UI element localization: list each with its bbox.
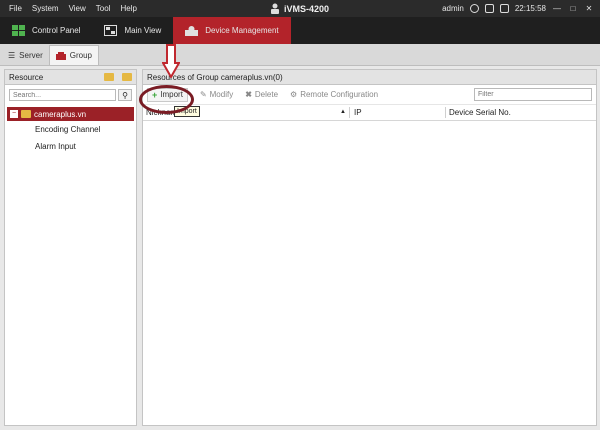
table-header: Nickname ▲ IP Device Serial No. bbox=[143, 105, 596, 121]
delete-button[interactable]: ✖ Delete bbox=[245, 90, 278, 99]
menu-system[interactable]: System bbox=[27, 4, 64, 13]
tree-item-encoding-channel[interactable]: Encoding Channel bbox=[5, 121, 136, 138]
add-group-icon[interactable] bbox=[104, 73, 114, 81]
modify-label: Modify bbox=[209, 90, 234, 99]
gear-icon: ⚙ bbox=[290, 90, 298, 99]
collapse-icon[interactable]: − bbox=[10, 110, 18, 118]
module-tabs: Control Panel Main View Device Managemen… bbox=[0, 17, 600, 44]
status-area: admin 22:15:58 — □ ✕ bbox=[442, 0, 594, 17]
search-input[interactable] bbox=[9, 89, 116, 101]
user-name: admin bbox=[442, 4, 464, 13]
control-panel-icon bbox=[12, 25, 25, 36]
filter-input[interactable] bbox=[474, 88, 592, 101]
minimize-icon[interactable]: — bbox=[552, 4, 562, 14]
tab-label: Device Management bbox=[205, 26, 279, 35]
delete-icon: ✖ bbox=[245, 90, 252, 99]
globe-icon[interactable] bbox=[469, 4, 479, 13]
folder-icon bbox=[21, 110, 31, 118]
tab-control-panel[interactable]: Control Panel bbox=[0, 17, 92, 44]
highlight-ellipse bbox=[139, 85, 194, 114]
edit-icon: ✎ bbox=[199, 90, 207, 99]
down-arrow-icon bbox=[162, 44, 180, 78]
modify-button[interactable]: ✎ Modify bbox=[200, 90, 233, 99]
app-title: iVMS-4200 bbox=[270, 0, 329, 17]
tab-label: Main View bbox=[124, 26, 162, 35]
menu-file[interactable]: File bbox=[4, 4, 27, 13]
tab-main-view[interactable]: Main View bbox=[92, 17, 173, 44]
group-icon bbox=[55, 51, 66, 60]
tab-device-management[interactable]: Device Management bbox=[173, 17, 291, 44]
sort-arrow-icon[interactable]: ▲ bbox=[340, 109, 346, 115]
app-title-text: iVMS-4200 bbox=[284, 3, 330, 14]
group-resources-panel: Resources of Group cameraplus.vn(0) + Im… bbox=[142, 69, 597, 426]
close-icon[interactable]: ✕ bbox=[584, 4, 594, 14]
tree-root-item[interactable]: − cameraplus.vn bbox=[7, 107, 134, 121]
resource-panel: Resource ⚲ − cameraplus.vn Encoding Chan… bbox=[4, 69, 137, 426]
resource-header: Resource bbox=[5, 70, 136, 85]
menu-help[interactable]: Help bbox=[115, 4, 141, 13]
column-ip[interactable]: IP bbox=[354, 108, 362, 117]
remote-configuration-button[interactable]: ⚙ Remote Configuration bbox=[290, 90, 378, 99]
delete-label: Delete bbox=[254, 90, 279, 99]
column-divider bbox=[445, 107, 446, 118]
tree-root-label: cameraplus.vn bbox=[34, 109, 87, 119]
menu-bar: File System View Tool Help iVMS-4200 adm… bbox=[0, 0, 600, 17]
column-device-serial[interactable]: Device Serial No. bbox=[449, 108, 511, 117]
clock-time: 22:15:58 bbox=[514, 4, 546, 13]
device-management-icon bbox=[185, 26, 199, 36]
calendar-icon[interactable] bbox=[499, 4, 509, 13]
resource-title: Resource bbox=[9, 72, 44, 82]
main-view-icon bbox=[104, 25, 118, 36]
tab-label: Server bbox=[19, 50, 43, 60]
delete-group-icon[interactable] bbox=[122, 73, 132, 81]
menu-view[interactable]: View bbox=[64, 4, 91, 13]
column-divider bbox=[349, 107, 350, 118]
sub-tabs: ☰ Server Group bbox=[0, 44, 600, 66]
tab-group[interactable]: Group bbox=[48, 45, 99, 65]
tab-label: Group bbox=[69, 51, 92, 60]
main-menu: File System View Tool Help bbox=[0, 4, 142, 13]
search-icon[interactable]: ⚲ bbox=[118, 89, 132, 101]
monitor-icon[interactable] bbox=[484, 4, 494, 13]
user-lock-icon bbox=[271, 3, 279, 14]
remote-configuration-label: Remote Configuration bbox=[300, 90, 379, 99]
tab-server[interactable]: ☰ Server bbox=[2, 45, 49, 65]
tab-label: Control Panel bbox=[32, 26, 81, 35]
menu-tool[interactable]: Tool bbox=[91, 4, 116, 13]
list-icon: ☰ bbox=[8, 50, 16, 60]
maximize-icon[interactable]: □ bbox=[568, 4, 578, 14]
tree-item-alarm-input[interactable]: Alarm Input bbox=[5, 138, 136, 155]
resources-header: Resources of Group cameraplus.vn(0) bbox=[143, 70, 596, 85]
resources-toolbar: + Import ✎ Modify ✖ Delete ⚙ Remote Conf… bbox=[143, 85, 596, 105]
